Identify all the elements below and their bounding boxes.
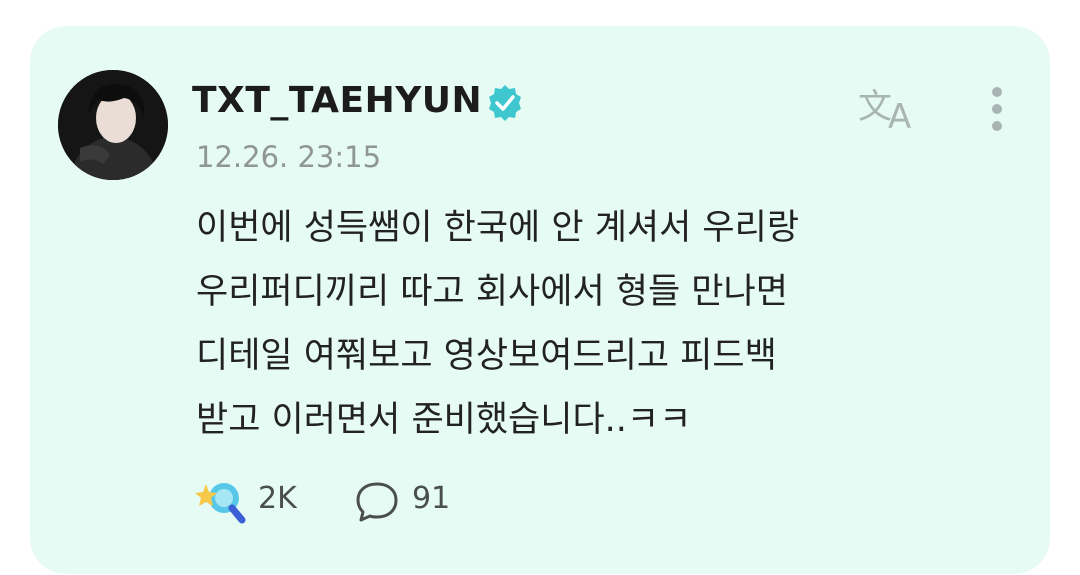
post-body-line: 디테일 여쭤보고 영상보여드리고 피드백: [196, 336, 777, 376]
post-body: 이번에 성득쌤이 한국에 안 계셔서 우리랑 우리퍼디끼리 따고 회사에서 형들…: [196, 196, 986, 452]
comment-count: 91: [412, 481, 451, 516]
reaction-icon[interactable]: [194, 478, 246, 524]
post-body-line: 받고 이러면서 준비했습니다..ㅋㅋ: [196, 400, 692, 440]
more-vertical-icon[interactable]: [982, 82, 1012, 138]
post-body-line: 이번에 성득쌤이 한국에 안 계셔서 우리랑: [196, 208, 800, 248]
username[interactable]: TXT_TAEHYUN: [192, 80, 482, 121]
avatar[interactable]: [58, 70, 168, 180]
post-timestamp: 12.26. 23:15: [196, 140, 382, 174]
reaction-count: 2K: [258, 481, 297, 516]
post-card: TXT_TAEHYUN 12.26. 23:15 文 A 이번에 성득쌤이 한국…: [30, 26, 1050, 574]
svg-text:A: A: [888, 97, 911, 132]
svg-text:文: 文: [858, 87, 892, 127]
verified-badge-icon: [489, 85, 521, 121]
translate-icon[interactable]: 文 A: [858, 82, 924, 132]
comment-bubble-icon[interactable]: [354, 480, 400, 524]
post-body-line: 우리퍼디끼리 따고 회사에서 형들 만나면: [196, 272, 788, 312]
